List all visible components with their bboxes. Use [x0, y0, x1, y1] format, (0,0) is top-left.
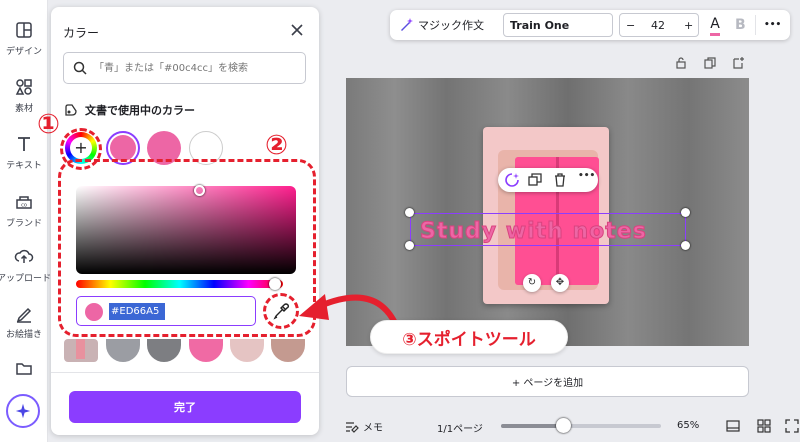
trash-icon[interactable]: [553, 173, 567, 187]
font-size-plus[interactable]: +: [684, 19, 693, 32]
upload-icon: [14, 249, 34, 263]
text-color-letter: A: [710, 15, 720, 36]
palette-icon: [65, 104, 77, 116]
doc-colors-heading: 文書で使用中のカラー: [63, 102, 195, 118]
eyedropper-button[interactable]: [263, 293, 299, 329]
zoom-value[interactable]: 65%: [677, 420, 699, 431]
doc-colors-label: 文書で使用中のカラー: [85, 104, 195, 117]
saturation-field[interactable]: [76, 186, 296, 274]
color-search[interactable]: [63, 52, 306, 84]
hex-preview-swatch: [85, 303, 103, 321]
magic-write-label: マジック作文: [418, 19, 484, 32]
font-family-select[interactable]: Train One: [503, 13, 613, 37]
panel-title: カラー: [63, 26, 100, 40]
text-icon: [18, 137, 30, 151]
rail-label: アップロード: [0, 274, 51, 284]
hue-handle[interactable]: [269, 278, 281, 290]
grid-view-icon[interactable]: [757, 419, 771, 433]
saturation-handle[interactable]: [194, 185, 205, 196]
toolbar-divider: [755, 15, 756, 35]
zoom-slider-handle[interactable]: [556, 418, 571, 433]
rail-item-brand[interactable]: co ブランド: [0, 192, 48, 229]
notes-label: メモ: [363, 423, 383, 434]
duplicate-page-icon[interactable]: [703, 56, 717, 70]
rail-item-upload[interactable]: アップロード: [0, 247, 51, 284]
magic-write-button[interactable]: マジック作文: [398, 10, 484, 40]
page-view-icon[interactable]: [726, 419, 740, 433]
rail-label: テキスト: [6, 161, 42, 171]
canvas-text[interactable]: Study with notes: [420, 219, 647, 245]
notes-button[interactable]: メモ: [345, 419, 383, 434]
font-size-minus[interactable]: −: [626, 19, 635, 32]
draw-icon: [16, 307, 32, 323]
move-icon[interactable]: ✥: [551, 274, 569, 292]
font-family-value: Train One: [510, 18, 570, 32]
rail-item-design[interactable]: デザイン: [0, 20, 48, 57]
resize-handle[interactable]: [681, 208, 690, 217]
text-color-button[interactable]: A: [704, 11, 726, 39]
add-page-icon[interactable]: [731, 56, 745, 70]
annotation-one: ①: [37, 109, 60, 140]
magic-pen-icon: [401, 18, 413, 31]
element-context-menu: •••: [498, 168, 598, 192]
rail-label: デザイン: [5, 47, 42, 57]
resize-handle[interactable]: [405, 208, 414, 217]
font-size-control: − 42 +: [619, 13, 699, 37]
rail-item-projects[interactable]: [0, 358, 48, 378]
layout-icon: [16, 22, 32, 38]
duplicate-icon[interactable]: [528, 173, 542, 187]
left-rail: デザイン 素材 テキスト co ブランド アップロード お絵描き: [0, 0, 51, 442]
annotation-two: ②: [265, 130, 288, 161]
hex-field[interactable]: [76, 296, 256, 326]
magic-edit-icon[interactable]: [504, 172, 520, 188]
color-search-input[interactable]: [94, 59, 299, 77]
brand-icon: co: [16, 196, 32, 209]
svg-text:co: co: [21, 203, 27, 209]
close-icon[interactable]: [288, 21, 306, 39]
rotate-icon[interactable]: ↻: [523, 274, 541, 292]
lock-icon[interactable]: [674, 56, 688, 70]
notes-icon: [346, 421, 359, 433]
context-more-icon[interactable]: •••: [578, 171, 595, 181]
folder-icon: [16, 363, 32, 375]
hue-slider[interactable]: [76, 280, 283, 288]
font-size-value[interactable]: 42: [651, 19, 665, 32]
magic-button[interactable]: [6, 394, 40, 428]
photo-swatch[interactable]: [64, 339, 98, 362]
resize-handle[interactable]: [405, 241, 414, 250]
text-toolbar: マジック作文 Train One − 42 + A B •••: [390, 10, 790, 40]
divider: [51, 372, 319, 373]
search-icon: [73, 61, 87, 75]
shapes-icon: [15, 79, 32, 95]
add-page-button[interactable]: + ページを追加: [346, 366, 749, 397]
rail-item-draw[interactable]: お絵描き: [0, 303, 48, 340]
zoom-slider-fill: [501, 424, 563, 428]
bold-button[interactable]: B: [735, 10, 746, 40]
rail-label: ブランド: [5, 219, 42, 229]
hex-input[interactable]: [109, 303, 165, 320]
more-button[interactable]: •••: [764, 10, 781, 40]
annotation-three-label: ③スポイトツール: [370, 320, 568, 354]
page-indicator: 1/1ページ: [437, 424, 483, 435]
resize-handle[interactable]: [681, 241, 690, 250]
eyedropper-icon: [273, 303, 290, 320]
sparkle-icon: [15, 403, 31, 419]
fullscreen-icon[interactable]: [785, 419, 799, 433]
rail-label: お絵描き: [5, 330, 42, 340]
done-button[interactable]: 完了: [69, 391, 301, 423]
footer-bar: メモ 1/1ページ 65%: [331, 412, 800, 442]
